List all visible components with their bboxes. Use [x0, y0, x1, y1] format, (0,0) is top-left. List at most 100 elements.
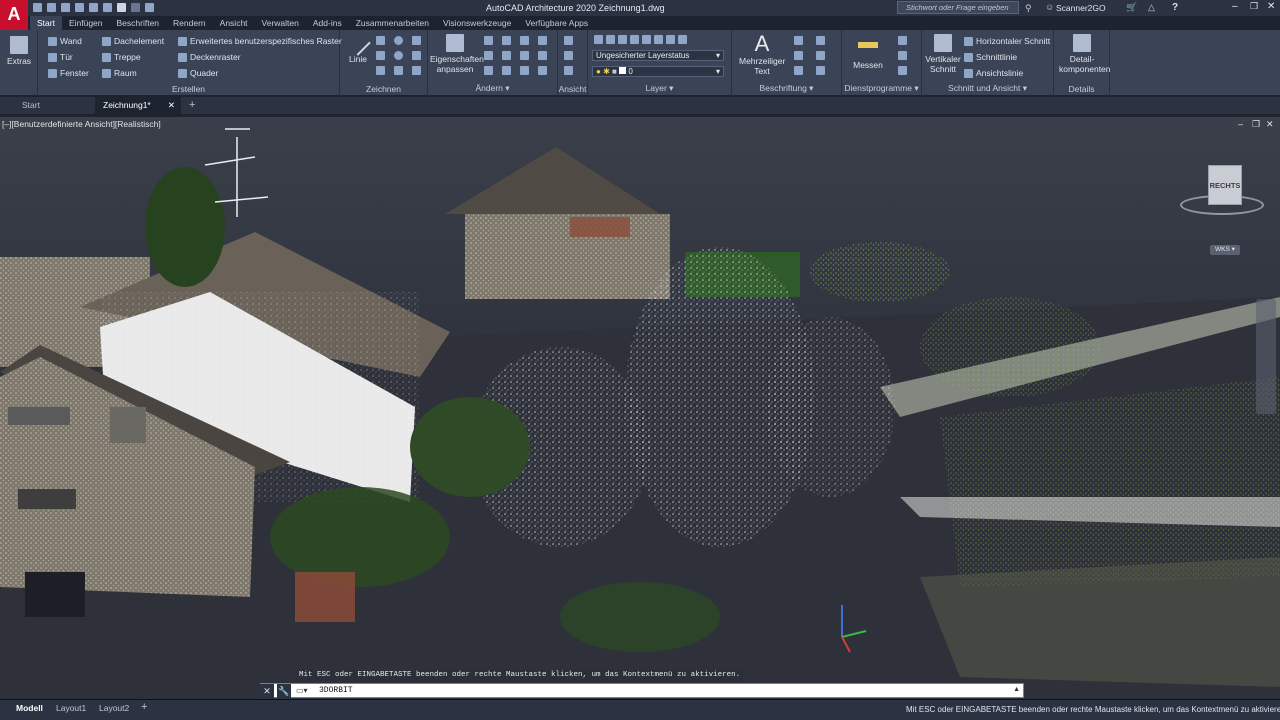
elevation-label-icon[interactable]: [794, 66, 803, 75]
tab-ansicht[interactable]: Ansicht: [213, 16, 255, 30]
panel-beschriftung-label[interactable]: Beschriftung ▾: [732, 83, 841, 94]
linie-button[interactable]: Linie: [344, 30, 372, 64]
panel-layer-label[interactable]: Layer ▾: [588, 83, 731, 94]
layer-isolate-icon[interactable]: [606, 35, 615, 44]
messen-button[interactable]: Messen: [848, 36, 888, 70]
circle-icon[interactable]: [394, 36, 403, 45]
ansichtslinie-button[interactable]: Ansichtslinie: [964, 68, 1023, 78]
ellipse-icon[interactable]: [394, 51, 403, 60]
layer-off-icon[interactable]: [618, 35, 627, 44]
id-point-icon[interactable]: [898, 66, 907, 75]
raum-button[interactable]: Raum: [102, 68, 137, 78]
tab-start[interactable]: Start: [30, 16, 62, 30]
exchange-icon[interactable]: △: [1148, 2, 1155, 13]
minimize-icon[interactable]: –: [1232, 1, 1238, 12]
layer-previous-icon[interactable]: [666, 35, 675, 44]
new-icon[interactable]: [33, 3, 42, 12]
current-layer-dropdown[interactable]: ● ✱ ■ 0 ▾: [592, 66, 724, 77]
fillet-icon[interactable]: [538, 36, 547, 45]
viewport-icon[interactable]: [564, 36, 573, 45]
wks-dropdown[interactable]: WKS ▾: [1210, 245, 1240, 255]
spline-icon[interactable]: [376, 66, 385, 75]
viewport-restore-icon[interactable]: ❐: [1252, 119, 1260, 130]
cart-icon[interactable]: 🛒: [1126, 2, 1137, 13]
wrench-icon[interactable]: 🔧: [277, 684, 291, 699]
drawing-viewport[interactable]: [–][Benutzerdefinierte Ansicht][Realisti…: [0, 117, 1280, 699]
trim-icon[interactable]: [520, 36, 529, 45]
fenster-button[interactable]: Fenster: [48, 68, 89, 78]
undo-icon[interactable]: [117, 3, 126, 12]
command-history-toggle-icon[interactable]: ▲: [1013, 686, 1020, 693]
user-icon[interactable]: ☺: [1045, 2, 1054, 12]
navigation-bar[interactable]: [1256, 299, 1276, 414]
layerstatus-dropdown[interactable]: Ungesicherter Layerstatus ▾: [592, 50, 724, 61]
tab-beschriften[interactable]: Beschriften: [110, 16, 167, 30]
close-icon[interactable]: ✕: [1267, 1, 1275, 12]
app-logo[interactable]: A: [0, 0, 28, 30]
vertikal-button[interactable]: Vertikaler Schnitt: [924, 34, 962, 74]
command-line[interactable]: ✕ 🔧 ▭▾ 3DORBIT ▲: [260, 683, 1024, 699]
tab-rendern[interactable]: Rendern: [166, 16, 213, 30]
eigenschaften-button[interactable]: Eigenschaften anpassen: [430, 34, 484, 74]
redo-icon[interactable]: [131, 3, 140, 12]
dimension-icon[interactable]: [794, 36, 803, 45]
viewcube[interactable]: RECHTS: [1180, 165, 1266, 221]
open-icon[interactable]: [47, 3, 56, 12]
print-icon[interactable]: [103, 3, 112, 12]
close-tab-icon[interactable]: ✕: [168, 97, 175, 114]
doc-tab-zeichnung1[interactable]: Zeichnung1* ✕: [95, 97, 181, 114]
maximize-icon[interactable]: ❐: [1250, 1, 1258, 12]
leader-icon[interactable]: [816, 36, 825, 45]
tab-einfuegen[interactable]: Einfügen: [62, 16, 110, 30]
new-tab-button[interactable]: +: [181, 97, 203, 114]
layer-match-icon[interactable]: [654, 35, 663, 44]
tag-icon[interactable]: [816, 51, 825, 60]
viewport-minimize-icon[interactable]: –: [1238, 119, 1243, 129]
save-as-icon[interactable]: [75, 3, 84, 12]
tuer-button[interactable]: Tür: [48, 52, 73, 62]
arc-icon[interactable]: [412, 36, 421, 45]
help-icon[interactable]: ?: [1172, 2, 1178, 13]
layer-properties-icon[interactable]: [594, 35, 603, 44]
mirror-icon[interactable]: [502, 51, 511, 60]
scale-icon[interactable]: [538, 51, 547, 60]
layer-freeze-icon[interactable]: [630, 35, 639, 44]
layout-tab-layout1[interactable]: Layout1: [56, 703, 86, 713]
tab-verfuegbare-apps[interactable]: Verfügbare Apps: [518, 16, 595, 30]
share-icon[interactable]: [145, 3, 154, 12]
tab-visionswerkzeuge[interactable]: Visionswerkzeuge: [436, 16, 518, 30]
panel-schnitt-label[interactable]: Schnitt und Ansicht ▾: [922, 83, 1053, 94]
calculator-icon[interactable]: [898, 51, 907, 60]
publish-icon[interactable]: [89, 3, 98, 12]
viewcube-face[interactable]: RECHTS: [1208, 165, 1242, 205]
erase-icon[interactable]: [484, 66, 493, 75]
viewport-label[interactable]: [–][Benutzerdefinierte Ansicht][Realisti…: [2, 119, 161, 129]
layout-tab-modell[interactable]: Modell: [16, 703, 43, 713]
layout-tab-layout2[interactable]: Layout2: [99, 703, 129, 713]
schnittlinie-button[interactable]: Schnittlinie: [964, 52, 1017, 62]
mtext-button[interactable]: A Mehrzeiliger Text: [736, 32, 788, 77]
search-box[interactable]: Stichwort oder Frage eingeben: [897, 1, 1019, 14]
rotate-icon[interactable]: [502, 36, 511, 45]
tab-addins[interactable]: Add-ins: [306, 16, 349, 30]
region-icon[interactable]: [412, 66, 421, 75]
add-layout-button[interactable]: +: [141, 701, 147, 713]
polyline-icon[interactable]: [376, 36, 385, 45]
quader-button[interactable]: Quader: [178, 68, 218, 78]
horizontal-section-button[interactable]: Horizontaler Schnitt: [964, 36, 1050, 46]
rectangle-icon[interactable]: [376, 51, 385, 60]
close-commandline-icon[interactable]: ✕: [260, 684, 274, 699]
raster-button[interactable]: Erweitertes benutzerspezifisches Raster: [178, 36, 342, 46]
move-icon[interactable]: [484, 36, 493, 45]
clean-screen-icon[interactable]: [564, 66, 573, 75]
search-input[interactable]: Stichwort oder Frage eingeben: [906, 3, 1009, 12]
copy-icon[interactable]: [484, 51, 493, 60]
extras-button[interactable]: Extras: [4, 36, 34, 66]
search-icon[interactable]: ⚲: [1025, 3, 1032, 14]
explode-icon[interactable]: [538, 66, 547, 75]
wand-button[interactable]: Wand: [48, 36, 82, 46]
quick-select-icon[interactable]: [898, 36, 907, 45]
layer-walk-icon[interactable]: [678, 35, 687, 44]
array-icon[interactable]: [502, 66, 511, 75]
layer-lock-icon[interactable]: [642, 35, 651, 44]
